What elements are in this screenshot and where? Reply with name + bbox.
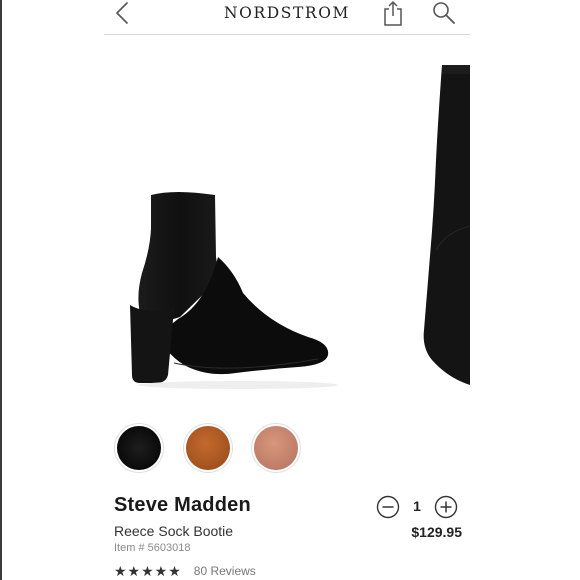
plus-circle-icon: [434, 495, 458, 519]
product-brand[interactable]: Steve Madden: [114, 494, 251, 517]
star-rating: ★★★★★: [114, 562, 182, 579]
chevron-left-icon: [116, 2, 128, 24]
boot-image-closeup[interactable]: [418, 60, 470, 390]
product-name: Reece Sock Bootie: [114, 523, 234, 539]
screen-edge: [0, 0, 2, 580]
share-button[interactable]: [380, 0, 406, 28]
brand-logo[interactable]: NORDSTROM: [222, 4, 352, 22]
search-button[interactable]: [431, 0, 457, 26]
quantity-decrease-button[interactable]: [376, 495, 400, 519]
search-icon: [433, 2, 455, 24]
reviews-link[interactable]: 80 Reviews: [194, 564, 256, 578]
product-page: NORDSTROM Steve Madden Reece Sock Bootie…: [0, 0, 580, 580]
back-button[interactable]: [110, 0, 134, 28]
product-image-carousel[interactable]: [104, 35, 470, 415]
share-icon: [384, 1, 402, 26]
color-swatch-blush[interactable]: [254, 426, 298, 470]
color-swatch-cognac[interactable]: [186, 426, 230, 470]
quantity-value: 1: [413, 498, 421, 514]
item-number: Item # 5603018: [114, 542, 191, 554]
product-price: $129.95: [411, 524, 462, 540]
top-nav-bar: NORDSTROM: [104, 0, 470, 35]
minus-circle-icon: [376, 495, 400, 519]
rating-summary[interactable]: ★★★★★ 80 Reviews: [114, 562, 256, 580]
boot-image-main[interactable]: [118, 185, 348, 390]
color-swatch-black[interactable]: [117, 426, 161, 470]
quantity-increase-button[interactable]: [434, 495, 458, 519]
